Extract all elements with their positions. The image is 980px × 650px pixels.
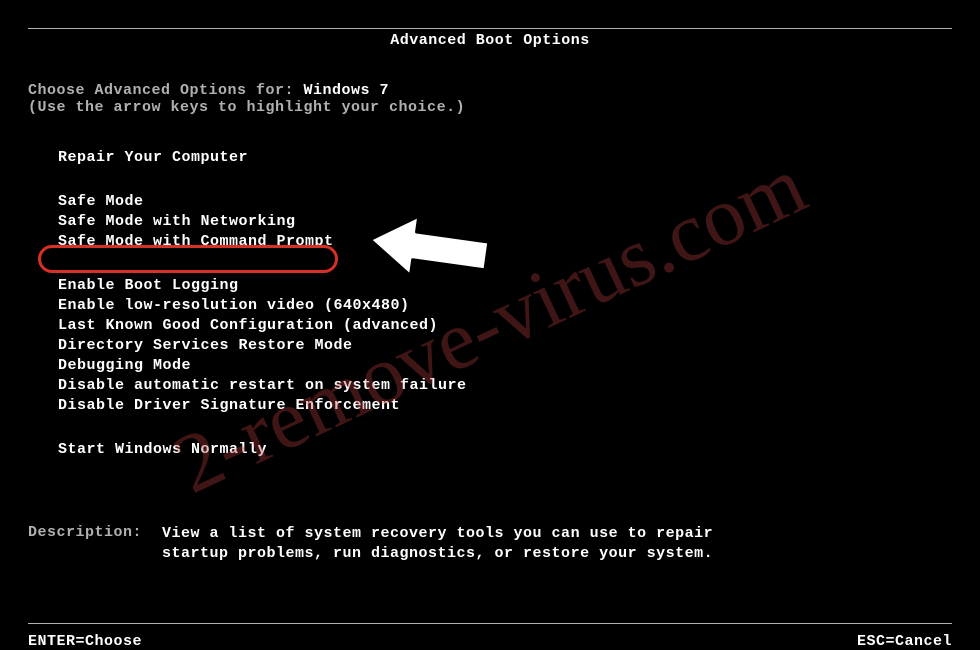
footer-hints: ENTER=Choose ESC=Cancel bbox=[28, 633, 952, 650]
boot-options-screen: Advanced Boot Options Choose Advanced Op… bbox=[0, 0, 980, 650]
description-text: View a list of system recovery tools you… bbox=[162, 524, 722, 564]
boot-menu[interactable]: Repair Your Computer Safe Mode Safe Mode… bbox=[52, 148, 473, 484]
enter-hint: ENTER=Choose bbox=[28, 633, 142, 650]
menu-item-safe-mode-cmd[interactable]: Safe Mode with Command Prompt bbox=[52, 232, 340, 252]
menu-item-boot-logging[interactable]: Enable Boot Logging bbox=[52, 276, 245, 296]
menu-item-low-res[interactable]: Enable low-resolution video (640x480) bbox=[52, 296, 416, 316]
menu-item-disable-driver-sig[interactable]: Disable Driver Signature Enforcement bbox=[52, 396, 406, 416]
menu-item-start-normally[interactable]: Start Windows Normally bbox=[52, 440, 273, 460]
menu-item-debugging[interactable]: Debugging Mode bbox=[52, 356, 197, 376]
description-block: Description: View a list of system recov… bbox=[28, 524, 722, 564]
description-label: Description: bbox=[28, 524, 162, 564]
intro-hint: (Use the arrow keys to highlight your ch… bbox=[28, 99, 465, 116]
intro-block: Choose Advanced Options for: Windows 7 (… bbox=[28, 82, 465, 116]
border-top-line bbox=[28, 28, 952, 29]
menu-item-repair[interactable]: Repair Your Computer bbox=[52, 148, 254, 168]
menu-item-safe-mode-networking[interactable]: Safe Mode with Networking bbox=[52, 212, 302, 232]
menu-item-ds-restore[interactable]: Directory Services Restore Mode bbox=[52, 336, 359, 356]
os-name: Windows 7 bbox=[304, 82, 390, 99]
menu-item-last-known-good[interactable]: Last Known Good Configuration (advanced) bbox=[52, 316, 444, 336]
menu-item-safe-mode[interactable]: Safe Mode bbox=[52, 192, 150, 212]
intro-prefix: Choose Advanced Options for: bbox=[28, 82, 304, 99]
esc-hint: ESC=Cancel bbox=[857, 633, 952, 650]
screen-title: Advanced Boot Options bbox=[0, 32, 980, 49]
border-bottom-line bbox=[28, 623, 952, 624]
menu-item-disable-auto-restart[interactable]: Disable automatic restart on system fail… bbox=[52, 376, 473, 396]
